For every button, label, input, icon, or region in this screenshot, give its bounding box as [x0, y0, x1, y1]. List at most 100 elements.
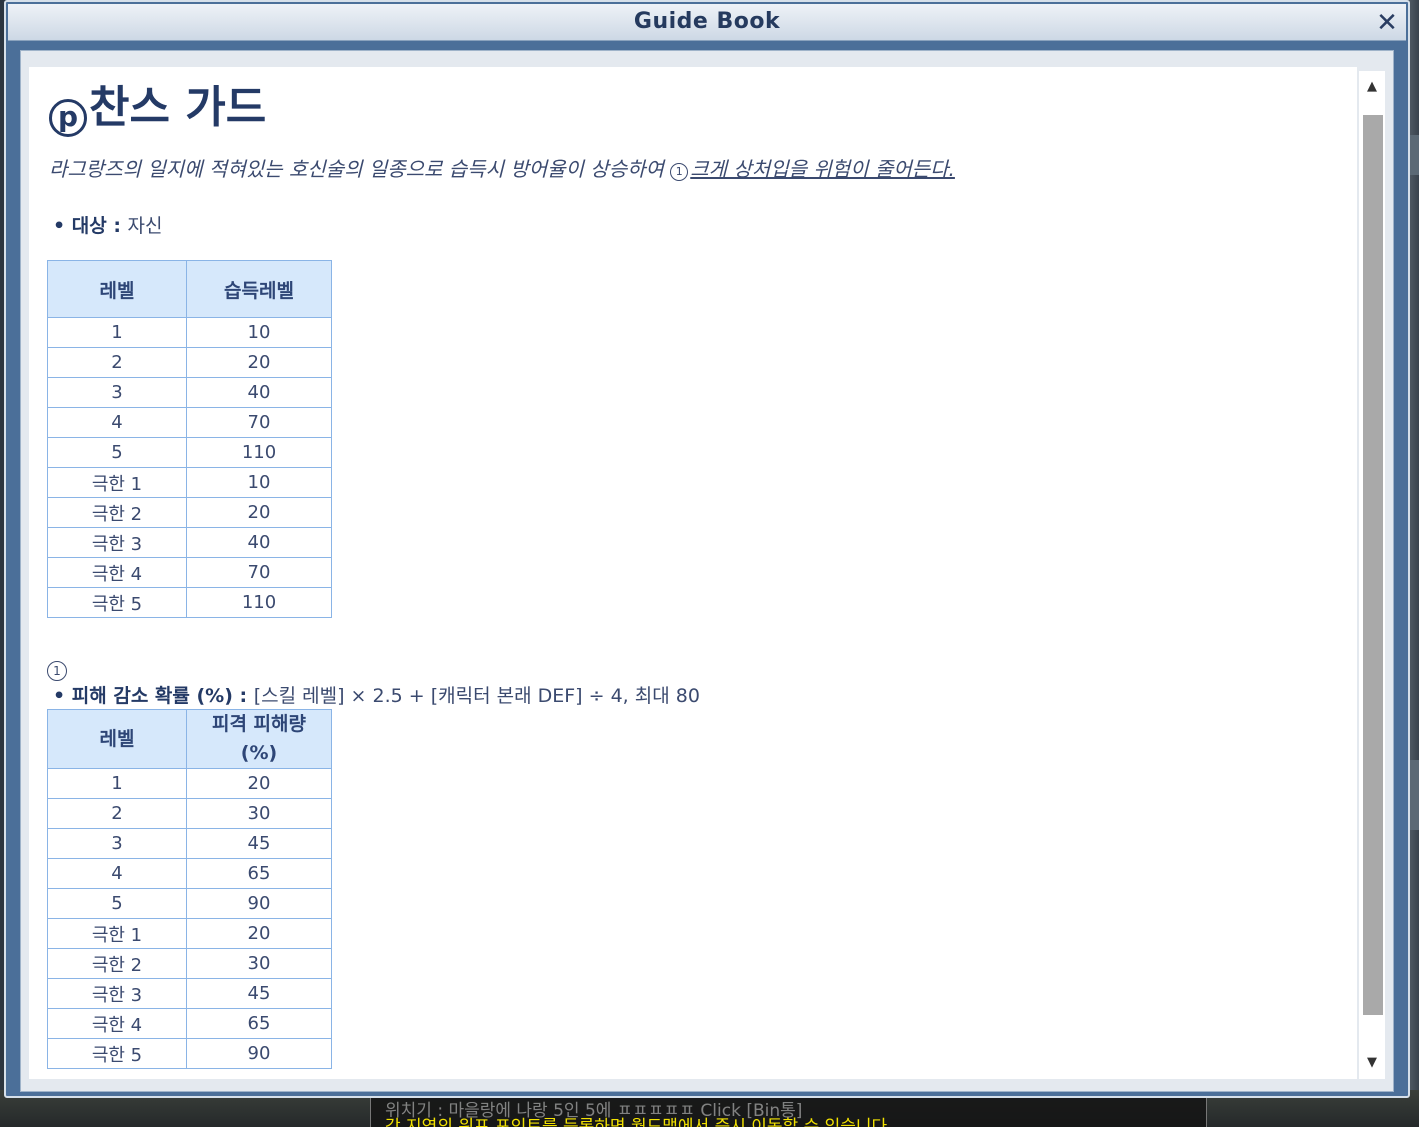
- level-cell: 극한 2: [47, 948, 187, 979]
- table-row: 극한 3 45: [47, 978, 332, 1009]
- table-row: 극한 4 70: [47, 557, 332, 588]
- p-badge-icon: p: [49, 99, 87, 137]
- damage-cell: 65: [186, 858, 332, 889]
- level-cell: 1: [47, 317, 187, 348]
- skill-description: 라그랑즈의 일지에 적혀있는 호신술의 일종으로 습득시 방어율이 상승하여 1…: [49, 153, 955, 182]
- scroll-up-button[interactable]: ▲: [1359, 75, 1385, 99]
- formula-text: [스킬 레벨] × 2.5 + [캐릭터 본래 DEF] ÷ 4, 최대 80: [253, 685, 700, 707]
- damage-cell: 45: [186, 828, 332, 859]
- table-header-row: 레벨 습득레벨: [47, 260, 332, 318]
- learn-level-cell: 70: [186, 557, 332, 588]
- damage-cell: 90: [186, 1038, 332, 1069]
- close-button[interactable]: ✕: [1372, 8, 1402, 38]
- page-title-text: 찬스 가드: [89, 82, 267, 133]
- level-cell: 2: [47, 347, 187, 378]
- guide-book-window: Guide Book ✕ p 찬스 가드 라그랑즈의 일지에 적혀있는 호신술의 …: [4, 0, 1410, 1098]
- learn-level-cell: 10: [186, 467, 332, 498]
- damage-taken-table: 레벨 피격 피해량 (%) 1 20 2 30 3 45 4 65 5 90 극한 1 20 …: [47, 709, 332, 1069]
- table-row: 1 10: [47, 317, 332, 348]
- target-value: 자신: [127, 215, 163, 237]
- column-header-damage-taken: 피격 피해량 (%): [186, 709, 332, 769]
- level-cell: 5: [47, 437, 187, 468]
- description-text: 라그랑즈의 일지에 적혀있는 호신술의 일종으로 습득시 방어율이 상승하여: [49, 157, 671, 181]
- level-cell: 극한 3: [47, 978, 187, 1009]
- table-row: 4 70: [47, 407, 332, 438]
- window-title: Guide Book: [633, 9, 781, 34]
- content-frame: p 찬스 가드 라그랑즈의 일지에 적혀있는 호신술의 일종으로 습득시 방어율이…: [20, 50, 1394, 1092]
- learn-level-cell: 10: [186, 317, 332, 348]
- level-cell: 극한 4: [47, 557, 187, 588]
- learn-level-cell: 70: [186, 407, 332, 438]
- table-row: 극한 1 20: [47, 918, 332, 949]
- table-row: 2 20: [47, 347, 332, 378]
- damage-cell: 30: [186, 798, 332, 829]
- learn-level-cell: 40: [186, 527, 332, 558]
- table-row: 극한 5 110: [47, 587, 332, 618]
- description-reference-text: 크게 상처입을 위험이 줄어든다.: [690, 157, 955, 181]
- footnote-number-icon: 1: [47, 661, 67, 681]
- damage-cell: 65: [186, 1008, 332, 1039]
- header-line-1: 피격 피해량: [211, 713, 306, 735]
- column-header-level: 레벨: [47, 709, 187, 769]
- table-row: 3 40: [47, 377, 332, 408]
- description-reference-link[interactable]: 1 크게 상처입을 위험이 줄어든다.: [670, 157, 955, 181]
- formula-label: • 피해 감소 확률 (%) :: [53, 685, 254, 707]
- scroll-down-button[interactable]: ▼: [1359, 1051, 1385, 1075]
- level-cell: 2: [47, 798, 187, 829]
- table-row: 4 65: [47, 858, 332, 889]
- level-cell: 4: [47, 407, 187, 438]
- background-chat-window: 위치기 : 마을랑에 나랑 5인 5에 ㅍㅍㅍㅍㅍ Click [Bin통] 각…: [370, 1096, 1207, 1127]
- learn-level-cell: 20: [186, 497, 332, 528]
- close-icon: ✕: [1376, 8, 1398, 38]
- table-row: 3 45: [47, 828, 332, 859]
- damage-cell: 20: [186, 918, 332, 949]
- level-cell: 3: [47, 377, 187, 408]
- learn-level-cell: 110: [186, 437, 332, 468]
- learn-level-cell: 110: [186, 587, 332, 618]
- table-row: 극한 3 40: [47, 527, 332, 558]
- guide-content: p 찬스 가드 라그랑즈의 일지에 적혀있는 호신술의 일종으로 습득시 방어율이…: [29, 67, 1357, 1079]
- level-cell: 4: [47, 858, 187, 889]
- damage-reduction-formula: • 피해 감소 확률 (%) : [스킬 레벨] × 2.5 + [캐릭터 본래…: [53, 681, 700, 708]
- up-arrow-icon: ▲: [1367, 79, 1377, 94]
- learn-level-cell: 20: [186, 347, 332, 378]
- damage-cell: 30: [186, 948, 332, 979]
- table-row: 2 30: [47, 798, 332, 829]
- background-chat-line-2: 각 지역의 워프 포인트를 등록하면 월드맵에서 즉시 이동할 수 있습니다.: [385, 1117, 893, 1127]
- table-row: 극한 2 20: [47, 497, 332, 528]
- column-header-level: 레벨: [47, 260, 187, 318]
- level-cell: 극한 1: [47, 918, 187, 949]
- table-header-row: 레벨 피격 피해량 (%): [47, 709, 332, 769]
- table-row: 극한 1 10: [47, 467, 332, 498]
- level-cell: 극한 4: [47, 1008, 187, 1039]
- level-cell: 극한 2: [47, 497, 187, 528]
- table-row: 극한 5 90: [47, 1038, 332, 1069]
- level-cell: 1: [47, 768, 187, 799]
- learn-level-cell: 40: [186, 377, 332, 408]
- table-row: 극한 4 65: [47, 1008, 332, 1039]
- level-cell: 극한 1: [47, 467, 187, 498]
- footnote-number-icon: 1: [670, 163, 689, 181]
- vertical-scrollbar[interactable]: ▲ ▼: [1359, 71, 1385, 1079]
- level-cell: 극한 3: [47, 527, 187, 558]
- target-label: • 대상 :: [53, 215, 128, 237]
- down-arrow-icon: ▼: [1367, 1055, 1377, 1070]
- column-header-learn-level: 습득레벨: [186, 260, 332, 318]
- table-row: 극한 2 30: [47, 948, 332, 979]
- level-cell: 극한 5: [47, 1038, 187, 1069]
- damage-cell: 90: [186, 888, 332, 919]
- level-cell: 3: [47, 828, 187, 859]
- skill-level-table: 레벨 습득레벨 1 10 2 20 3 40 4 70 5 110 극한 1 10 극한 2…: [47, 260, 332, 618]
- damage-cell: 45: [186, 978, 332, 1009]
- target-line: • 대상 : 자신: [53, 211, 163, 238]
- table-row: 5 110: [47, 437, 332, 468]
- table-row: 5 90: [47, 888, 332, 919]
- page-title: p 찬스 가드: [49, 71, 266, 137]
- scroll-thumb[interactable]: [1363, 115, 1383, 1015]
- title-bar[interactable]: Guide Book ✕: [8, 4, 1406, 41]
- damage-cell: 20: [186, 768, 332, 799]
- table-row: 1 20: [47, 768, 332, 799]
- header-line-2: (%): [240, 742, 278, 764]
- level-cell: 5: [47, 888, 187, 919]
- level-cell: 극한 5: [47, 587, 187, 618]
